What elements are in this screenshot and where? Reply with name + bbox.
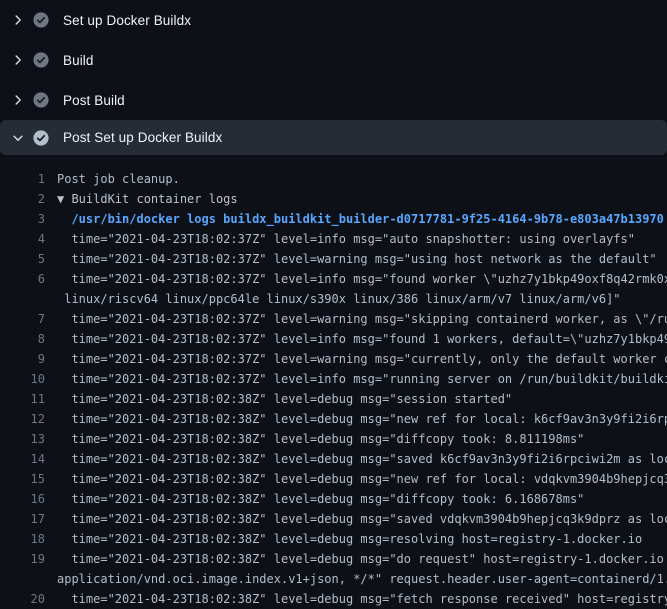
log-line-number[interactable]: 1	[0, 169, 45, 189]
step-header-build[interactable]: Build	[0, 40, 667, 80]
log-line-number[interactable]: 5	[0, 249, 45, 269]
log-line-text: time="2021-04-23T18:02:37Z" level=warnin…	[57, 309, 667, 329]
check-success-icon	[33, 52, 49, 68]
step-title: Post Set up Docker Buildx	[63, 130, 222, 145]
step-header-set-up-docker-buildx[interactable]: Set up Docker Buildx	[0, 0, 667, 40]
log-line: 2 ▼ BuildKit container logs	[0, 189, 667, 209]
chevron-icon	[10, 12, 26, 28]
log-line: 1 Post job cleanup.	[0, 169, 667, 189]
log-line-text: /usr/bin/docker logs buildx_buildkit_bui…	[57, 209, 664, 229]
log-line: 15 time="2021-04-23T18:02:38Z" level=deb…	[0, 469, 667, 489]
log-line-number[interactable]: 4	[0, 229, 45, 249]
log-line-text: time="2021-04-23T18:02:38Z" level=debug …	[57, 489, 584, 509]
log-line: 8 time="2021-04-23T18:02:37Z" level=info…	[0, 329, 667, 349]
log-line: 4 time="2021-04-23T18:02:37Z" level=info…	[0, 229, 667, 249]
log-line-number	[0, 289, 45, 309]
log-line: 12 time="2021-04-23T18:02:38Z" level=deb…	[0, 409, 667, 429]
log-line: linux/riscv64 linux/ppc64le linux/s390x …	[0, 289, 667, 309]
chevron-icon	[10, 92, 26, 108]
step-title: Build	[63, 53, 94, 68]
log-line: 11 time="2021-04-23T18:02:38Z" level=deb…	[0, 389, 667, 409]
log-line-number[interactable]: 7	[0, 309, 45, 329]
log-line-text: time="2021-04-23T18:02:37Z" level=warnin…	[57, 349, 667, 369]
log-line-number[interactable]: 15	[0, 469, 45, 489]
step-title: Post Build	[63, 93, 125, 108]
log-line-text: time="2021-04-23T18:02:37Z" level=info m…	[57, 269, 667, 289]
log-line-text: time="2021-04-23T18:02:37Z" level=info m…	[57, 369, 667, 389]
log-line: 17 time="2021-04-23T18:02:38Z" level=deb…	[0, 509, 667, 529]
log-line-text: time="2021-04-23T18:02:38Z" level=debug …	[57, 509, 667, 529]
log-line-number[interactable]: 11	[0, 389, 45, 409]
log-group-toggle[interactable]: ▼ BuildKit container logs	[57, 189, 238, 209]
log-line: 10 time="2021-04-23T18:02:37Z" level=inf…	[0, 369, 667, 389]
log-line-text: application/vnd.oci.image.index.v1+json,…	[57, 569, 667, 589]
step-header-post-set-up-docker-buildx[interactable]: Post Set up Docker Buildx	[0, 120, 667, 155]
log-line-text: time="2021-04-23T18:02:38Z" level=debug …	[57, 389, 512, 409]
log-line: 14 time="2021-04-23T18:02:38Z" level=deb…	[0, 449, 667, 469]
log-line-number	[0, 569, 45, 589]
log-line-number[interactable]: 20	[0, 589, 45, 609]
actions-log-viewer: { "theme": { "background": "#0d1117", "e…	[0, 0, 667, 600]
log-line-number[interactable]: 18	[0, 529, 45, 549]
check-success-icon	[33, 92, 49, 108]
log-container: 1 Post job cleanup. 2 ▼ BuildKit contain…	[0, 155, 667, 609]
log-line: application/vnd.oci.image.index.v1+json,…	[0, 569, 667, 589]
log-line-text: time="2021-04-23T18:02:38Z" level=debug …	[57, 469, 667, 489]
log-line-number[interactable]: 19	[0, 549, 45, 569]
check-success-icon	[33, 12, 49, 28]
log-line: 19 time="2021-04-23T18:02:38Z" level=deb…	[0, 549, 667, 569]
log-line-text: Post job cleanup.	[57, 169, 180, 189]
log-line-number[interactable]: 9	[0, 349, 45, 369]
log-line-number[interactable]: 3	[0, 209, 45, 229]
log-line-text: time="2021-04-23T18:02:38Z" level=debug …	[57, 429, 584, 449]
log-line-text: time="2021-04-23T18:02:37Z" level=warnin…	[57, 249, 657, 269]
check-success-icon	[33, 130, 49, 146]
log-line: 5 time="2021-04-23T18:02:37Z" level=warn…	[0, 249, 667, 269]
log-line-number[interactable]: 17	[0, 509, 45, 529]
log-line-text: linux/riscv64 linux/ppc64le linux/s390x …	[57, 289, 621, 309]
log-line-number[interactable]: 2	[0, 189, 45, 209]
log-line: 9 time="2021-04-23T18:02:37Z" level=warn…	[0, 349, 667, 369]
log-line-number[interactable]: 8	[0, 329, 45, 349]
log-line-number[interactable]: 16	[0, 489, 45, 509]
log-line: 3 /usr/bin/docker logs buildx_buildkit_b…	[0, 209, 667, 229]
step-title: Set up Docker Buildx	[63, 13, 191, 28]
log-line-number[interactable]: 14	[0, 449, 45, 469]
log-line-text: time="2021-04-23T18:02:38Z" level=debug …	[57, 589, 667, 609]
log-line: 7 time="2021-04-23T18:02:37Z" level=warn…	[0, 309, 667, 329]
log-line-text: time="2021-04-23T18:02:37Z" level=info m…	[57, 329, 667, 349]
log-line-number[interactable]: 6	[0, 269, 45, 289]
log-line-text: time="2021-04-23T18:02:38Z" level=debug …	[57, 549, 667, 569]
step-list: Set up Docker Buildx Build P	[0, 0, 667, 155]
log-line-number[interactable]: 10	[0, 369, 45, 389]
log-line: 18 time="2021-04-23T18:02:38Z" level=deb…	[0, 529, 667, 549]
log-line: 16 time="2021-04-23T18:02:38Z" level=deb…	[0, 489, 667, 509]
step-header-post-build[interactable]: Post Build	[0, 80, 667, 120]
log-lines: 1 Post job cleanup. 2 ▼ BuildKit contain…	[0, 169, 667, 609]
log-line: 20 time="2021-04-23T18:02:38Z" level=deb…	[0, 589, 667, 609]
log-line-text: time="2021-04-23T18:02:37Z" level=info m…	[57, 229, 635, 249]
log-line: 13 time="2021-04-23T18:02:38Z" level=deb…	[0, 429, 667, 449]
chevron-icon	[10, 130, 26, 146]
log-line: 6 time="2021-04-23T18:02:37Z" level=info…	[0, 269, 667, 289]
log-line-text: time="2021-04-23T18:02:38Z" level=debug …	[57, 409, 667, 429]
log-line-number[interactable]: 12	[0, 409, 45, 429]
log-line-text: time="2021-04-23T18:02:38Z" level=debug …	[57, 449, 667, 469]
chevron-icon	[10, 52, 26, 68]
log-line-number[interactable]: 13	[0, 429, 45, 449]
log-line-text: time="2021-04-23T18:02:38Z" level=debug …	[57, 529, 642, 549]
